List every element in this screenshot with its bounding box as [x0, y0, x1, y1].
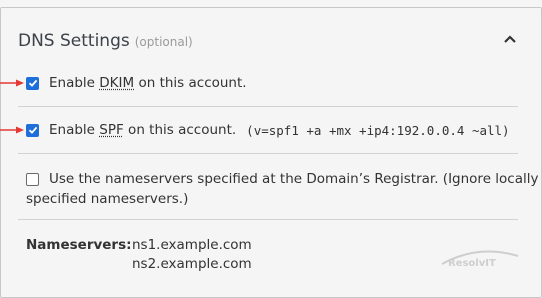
- nameservers-label: Nameservers:: [26, 237, 132, 253]
- spf-checkbox[interactable]: [26, 123, 39, 137]
- divider: [18, 153, 518, 154]
- chevron-up-icon[interactable]: [499, 28, 521, 50]
- spf-record: (v=spf1 +a +mx +ip4:192.0.0.4 ~all): [246, 122, 510, 138]
- dkim-checkbox[interactable]: [26, 76, 39, 90]
- registrar-nameservers-option[interactable]: Use the nameservers specified at the Dom…: [26, 170, 538, 189]
- spf-option[interactable]: Enable SPF on this account. (v=spf1 +a +…: [26, 122, 510, 138]
- section-header[interactable]: DNS Settings (optional): [18, 31, 193, 55]
- registrar-nameservers-checkbox[interactable]: [26, 173, 39, 186]
- svg-text:ResolvIT: ResolvIT: [448, 258, 496, 269]
- divider: [18, 106, 518, 107]
- nameservers-block: Nameservers: ns1.example.com ns2.example…: [26, 236, 252, 274]
- spf-label[interactable]: Enable SPF on this account.: [49, 122, 236, 138]
- resolvit-watermark-logo: ResolvIT: [441, 250, 519, 269]
- nameservers-list: ns1.example.com ns2.example.com: [132, 236, 252, 274]
- arrow-marker-icon: [0, 79, 24, 87]
- dkim-label[interactable]: Enable DKIM on this account.: [49, 75, 247, 91]
- spf-abbr: SPF: [99, 122, 124, 138]
- nameserver-value: ns1.example.com: [132, 237, 252, 253]
- dkim-abbr: DKIM: [99, 75, 135, 91]
- registrar-nameservers-label[interactable]: Use the nameservers specified at the Dom…: [49, 170, 538, 189]
- divider: [18, 219, 518, 220]
- section-title: DNS Settings: [18, 31, 130, 51]
- nameserver-value: ns2.example.com: [132, 256, 252, 272]
- registrar-nameservers-label-cont: specified nameservers.): [26, 191, 189, 207]
- optional-label: (optional): [134, 35, 193, 49]
- dkim-option[interactable]: Enable DKIM on this account.: [26, 75, 247, 91]
- arrow-marker-icon: [0, 126, 24, 134]
